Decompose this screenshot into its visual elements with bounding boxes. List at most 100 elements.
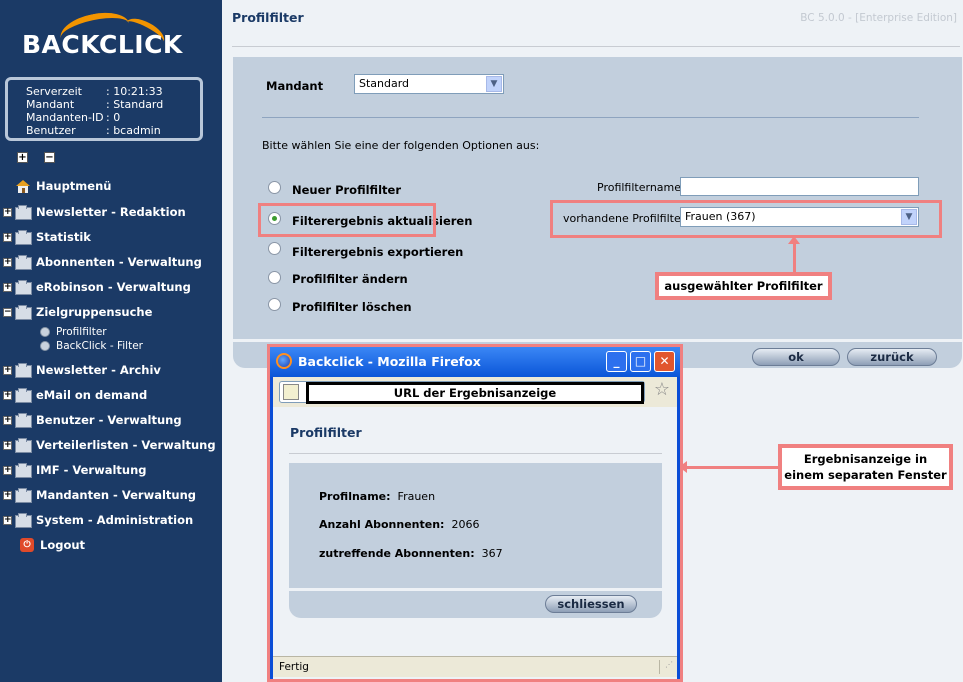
sidebar-item-abonnenten-verwaltung[interactable]: + Abonnenten - Verwaltung (3, 253, 202, 271)
sidebar-item-statistik[interactable]: + Statistik (3, 228, 91, 246)
back-button[interactable]: zurück (847, 348, 937, 366)
sidebar-item-mandanten-verwaltung[interactable]: + Mandanten - Verwaltung (3, 486, 196, 504)
sidebar-item-label: IMF - Verwaltung (36, 463, 147, 477)
folder-icon (15, 513, 32, 528)
radio-filterergebnis-exportieren[interactable] (268, 242, 281, 255)
profilfiltername-label: Profilfiltername : (597, 181, 689, 194)
info-key: Serverzeit (26, 85, 82, 98)
folder-icon (15, 438, 32, 453)
result-label: Profilname: (319, 490, 391, 503)
callout-result-window: Ergebnisanzeige in einem separaten Fenst… (778, 444, 953, 490)
sidebar-subitem-label: Profilfilter (56, 326, 107, 338)
bullet-icon (40, 327, 50, 337)
popup-body: URL der Ergebnisanzeige ☆ Profilfilter P… (273, 377, 677, 679)
sidebar-item-label: eMail on demand (36, 388, 148, 402)
sidebar-item-benutzer-verwaltung[interactable]: + Benutzer - Verwaltung (3, 411, 182, 429)
instruction-text: Bitte wählen Sie eine der folgenden Opti… (262, 139, 540, 152)
sidebar: BACKCLICK Serverzeit: 10:21:33 Mandant: … (0, 0, 222, 682)
profilfiltername-input[interactable] (680, 177, 919, 196)
folder-icon (15, 230, 32, 245)
close-window-button[interactable]: ✕ (654, 351, 675, 372)
folder-icon (15, 255, 32, 270)
annotation-arrow (684, 466, 778, 469)
info-key: Mandanten-ID (26, 111, 104, 124)
minimize-button[interactable]: _ (606, 351, 627, 372)
expand-icon: + (3, 206, 12, 217)
collapse-all-button[interactable]: − (44, 152, 55, 163)
folder-icon (15, 363, 32, 378)
status-text: Fertig (279, 661, 309, 673)
sidebar-item-label: Newsletter - Archiv (36, 363, 161, 377)
sidebar-item-logout[interactable]: ⏻ Logout (3, 536, 85, 554)
sidebar-item-zielgruppensuche[interactable]: − Zielgruppensuche (3, 303, 152, 321)
bullet-icon (40, 341, 50, 351)
form-panel (233, 57, 962, 339)
result-row-zutreffende: zutreffende Abonnenten: 367 (319, 547, 503, 560)
sidebar-item-label: Hauptmenü (36, 179, 112, 193)
sidebar-item-label: Mandanten - Verwaltung (36, 488, 197, 502)
close-result-button[interactable]: schliessen (545, 595, 637, 613)
sidebar-item-erobinson-verwaltung[interactable]: + eRobinson - Verwaltung (3, 278, 191, 296)
expand-icon: + (3, 514, 12, 525)
sidebar-item-system-administration[interactable]: + System - Administration (3, 511, 193, 529)
expand-icon: + (3, 256, 12, 267)
folder-icon (15, 388, 32, 403)
result-row-anzahl: Anzahl Abonnenten: 2066 (319, 518, 479, 531)
sidebar-subitem-label: BackClick - Filter (56, 340, 143, 352)
radio-profilfilter-aendern[interactable] (268, 271, 281, 284)
sidebar-item-email-on-demand[interactable]: + eMail on demand (3, 386, 147, 404)
sidebar-subitem-backclick-filter[interactable]: BackClick - Filter (40, 340, 143, 352)
sidebar-item-newsletter-redaktion[interactable]: + Newsletter - Redaktion (3, 203, 186, 221)
sidebar-item-newsletter-archiv[interactable]: + Newsletter - Archiv (3, 361, 161, 379)
sidebar-item-label: Benutzer - Verwaltung (36, 413, 182, 427)
result-value: 367 (481, 547, 503, 560)
mandant-select[interactable]: Standard ▼ (354, 74, 504, 94)
popup-title: Backclick - Mozilla Firefox (298, 354, 481, 369)
expand-all-button[interactable]: + (17, 152, 28, 163)
info-value: : Standard (106, 98, 164, 111)
star-icon[interactable]: ☆ (652, 381, 672, 401)
arrow-head-icon (788, 236, 800, 244)
folder-icon (15, 205, 32, 220)
option-label: Filterergebnis exportieren (292, 245, 464, 259)
info-value: : bcadmin (106, 124, 161, 137)
maximize-button[interactable]: □ (630, 351, 651, 372)
info-row-serverzeit: Serverzeit: 10:21:33 (26, 85, 163, 98)
mandant-label: Mandant (266, 79, 324, 93)
sidebar-item-label: eRobinson - Verwaltung (36, 280, 191, 294)
sidebar-item-label: Zielgruppensuche (36, 305, 153, 319)
firefox-icon (276, 353, 292, 369)
page-title: Profilfilter (232, 10, 304, 25)
chevron-down-icon: ▼ (486, 76, 502, 92)
radio-profilfilter-loeschen[interactable] (268, 298, 281, 311)
form-divider (262, 117, 919, 118)
folder-icon (15, 463, 32, 478)
sidebar-item-imf-verwaltung[interactable]: + IMF - Verwaltung (3, 461, 147, 479)
radio-neuer-profilfilter[interactable] (268, 181, 281, 194)
result-value: 2066 (451, 518, 480, 531)
collapse-icon: − (3, 306, 12, 317)
firefox-popup-window: Backclick - Mozilla Firefox _ □ ✕ URL de… (267, 344, 683, 682)
mandant-select-value: Standard (359, 77, 410, 90)
ok-button[interactable]: ok (752, 348, 840, 366)
resize-grip-icon[interactable]: ⋰ (659, 660, 673, 674)
sidebar-item-label: System - Administration (36, 513, 194, 527)
sidebar-subitem-profilfilter[interactable]: Profilfilter (40, 326, 107, 338)
result-row-profilname: Profilname: Frauen (319, 490, 435, 503)
folder-icon (15, 413, 32, 428)
sidebar-item-verteilerlisten-verwaltung[interactable]: + Verteilerlisten - Verwaltung (3, 436, 216, 454)
popup-statusbar: Fertig ⋰ (273, 656, 677, 677)
sidebar-item-hauptmenue[interactable]: Hauptmenü (3, 177, 111, 195)
result-label: Anzahl Abonnenten: (319, 518, 445, 531)
folder-icon (15, 488, 32, 503)
home-icon (15, 179, 31, 193)
expand-icon: + (3, 389, 12, 400)
result-value: Frauen (397, 490, 436, 503)
popup-urlbar: URL der Ergebnisanzeige ☆ (273, 377, 677, 407)
result-label: zutreffende Abonnenten: (319, 547, 475, 560)
expand-icon: + (3, 439, 12, 450)
result-footer: schliessen (289, 591, 662, 618)
popup-titlebar: Backclick - Mozilla Firefox _ □ ✕ (270, 347, 680, 377)
popup-content-title: Profilfilter (290, 425, 362, 440)
sidebar-item-label: Abonnenten - Verwaltung (36, 255, 202, 269)
